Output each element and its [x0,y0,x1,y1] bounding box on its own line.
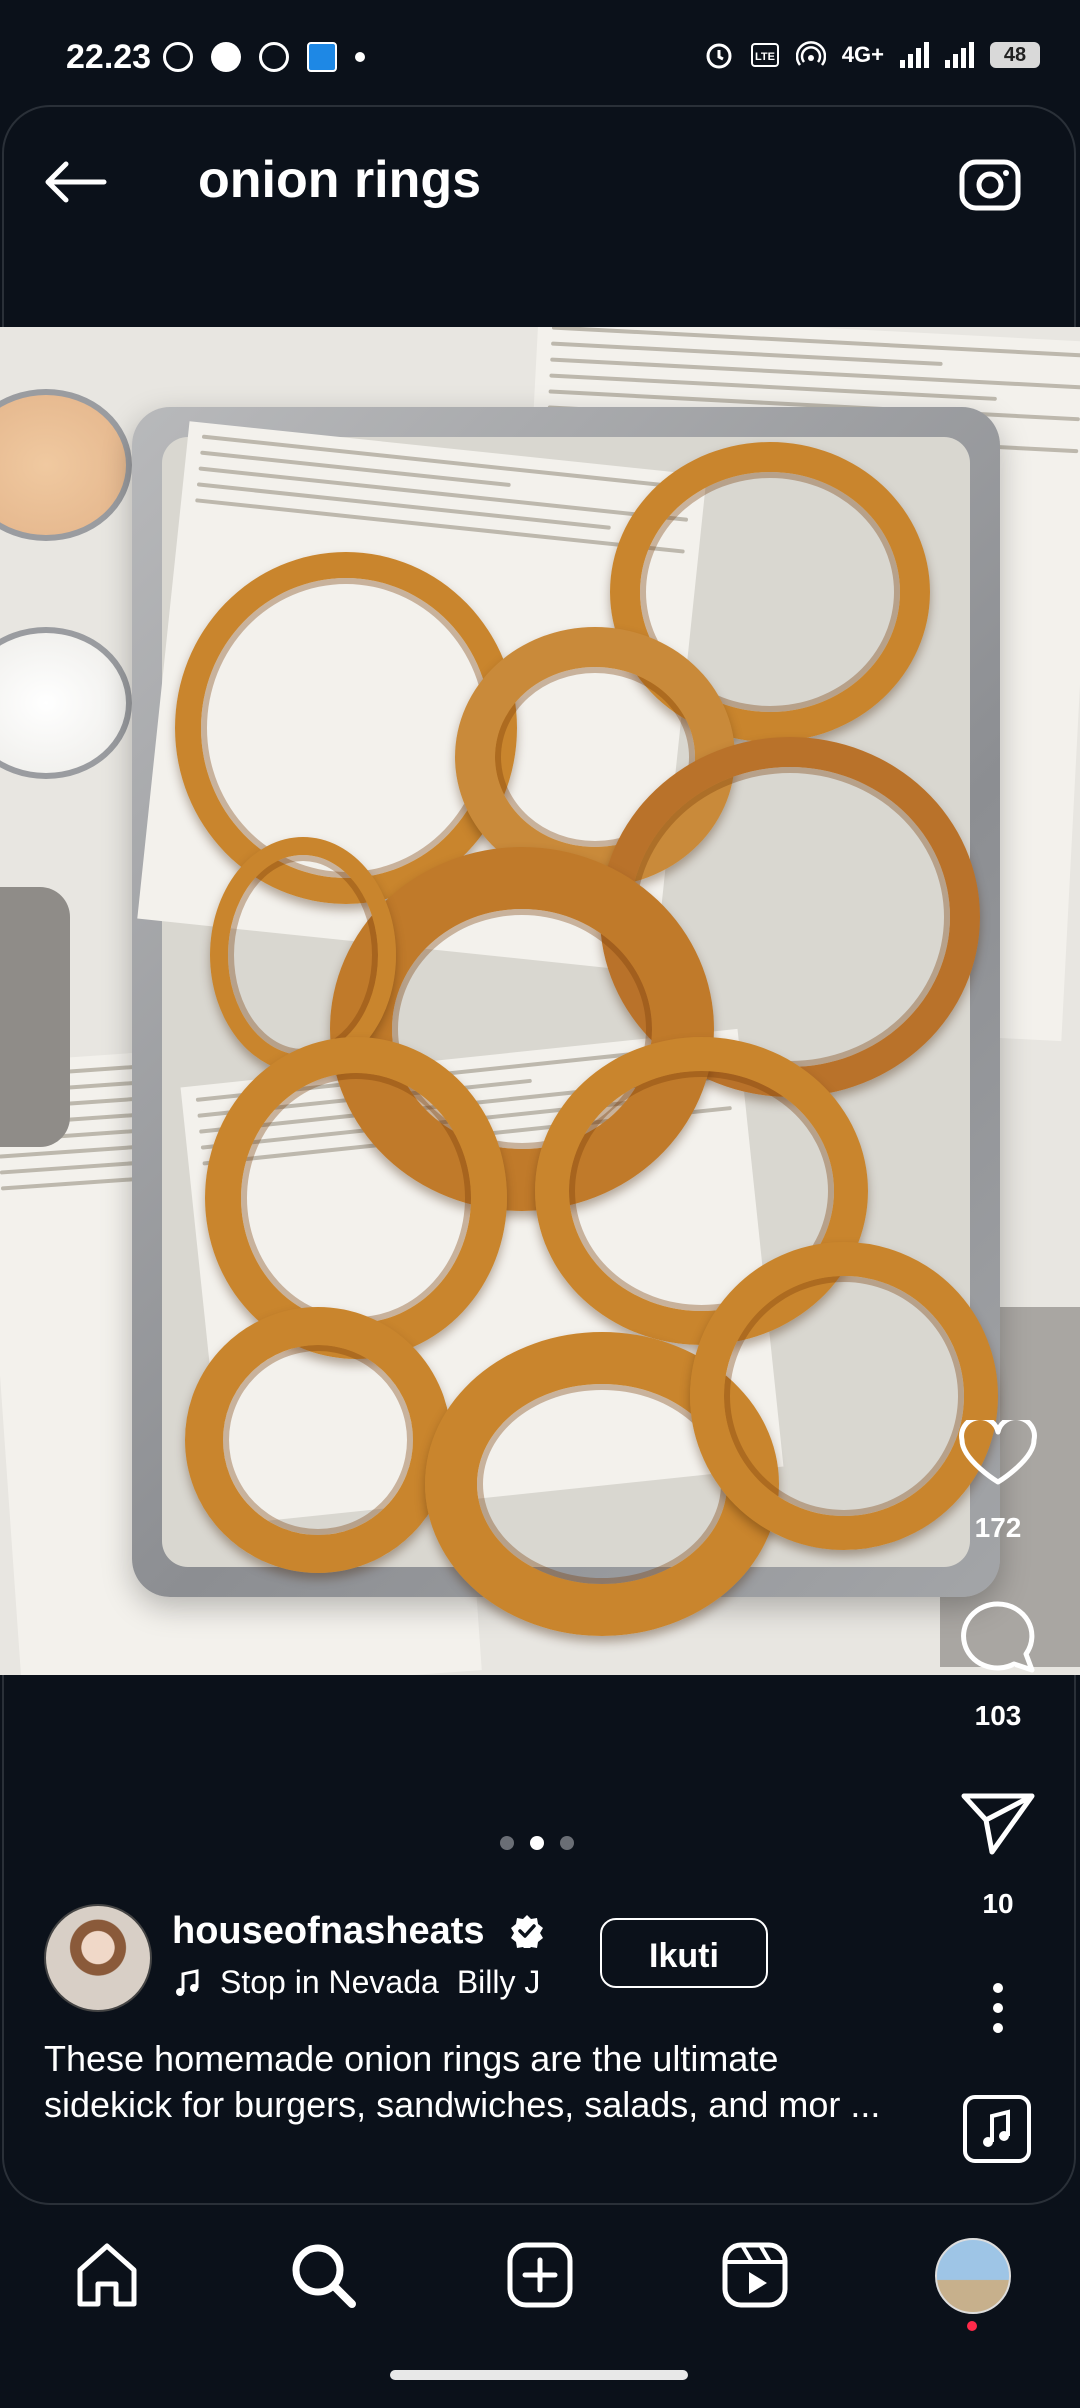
arrow-left-icon[interactable] [42,160,108,204]
hotspot-icon [795,41,826,66]
facebook-icon [211,42,241,72]
status-notification-icons [163,42,365,72]
paper-plane-icon[interactable] [958,1790,1038,1856]
napkin [0,887,70,1147]
camera-icon[interactable] [958,152,1022,212]
more-vertical-icon[interactable] [988,1982,1008,2034]
sauce-ramekin-2 [0,627,132,779]
profile-avatar[interactable] [935,2238,1011,2314]
svg-text:LTE: LTE [755,51,775,63]
avatar[interactable] [44,1904,152,2012]
post-image[interactable] [0,327,1080,1675]
carousel-dot [500,1836,514,1850]
alarm-icon [706,43,732,69]
comment-bubble-icon[interactable] [958,1598,1038,1674]
share-action[interactable]: 10 [958,1790,1038,1919]
verified-badge-icon [511,1915,543,1948]
home-indicator[interactable] [390,2370,688,2380]
audio-track[interactable]: Stop in Nevada Billy J [172,1964,553,2001]
more-notifications-dot [355,52,365,62]
username[interactable]: houseofnasheats [172,1910,485,1953]
status-time: 22.23 [66,38,152,76]
comment-count: 103 [974,1700,1022,1731]
search-icon[interactable] [288,2240,358,2310]
music-note-icon[interactable] [962,2094,1032,2164]
comment-action[interactable]: 103 [958,1598,1038,1731]
follow-button[interactable]: Ikuti [600,1918,768,1988]
carousel-indicator [500,1836,574,1850]
onion-ring [205,1037,507,1359]
signal-strength-icon-2 [945,42,974,68]
create-post-icon[interactable] [505,2240,575,2310]
notification-dot [967,2321,977,2331]
battery-indicator: 48 [990,42,1040,68]
carousel-dot-active [530,1836,544,1850]
bottom-navigation [0,2212,1080,2342]
heart-icon[interactable] [958,1415,1038,1486]
home-icon[interactable] [72,2240,142,2310]
like-count: 172 [974,1512,1022,1543]
app-store-icon [307,42,337,72]
share-count: 10 [982,1888,1014,1919]
post-caption[interactable]: These homemade onion rings are the ultim… [44,2036,904,2128]
audio-title: Stop in Nevada [220,1964,439,2000]
page-title: onion rings [198,151,482,209]
carousel-dot [560,1836,574,1850]
app-notification-icon [259,42,289,72]
like-action[interactable]: 172 [958,1415,1038,1543]
volte-icon: LTE [750,43,779,67]
audio-artist: Billy J [456,1964,541,2000]
music-note-small-icon [176,1968,199,1996]
onion-ring [690,1242,998,1550]
reels-icon[interactable] [720,2240,790,2310]
onion-ring [185,1307,451,1573]
status-bar: 22.23 LTE 4G+ 48 [0,0,1080,105]
network-type: 4G+ [841,42,884,67]
status-system-icons: LTE 4G+ 48 [704,40,1040,70]
sauce-ramekin [0,389,132,541]
whatsapp-icon [163,42,193,72]
signal-strength-icon [900,42,929,68]
